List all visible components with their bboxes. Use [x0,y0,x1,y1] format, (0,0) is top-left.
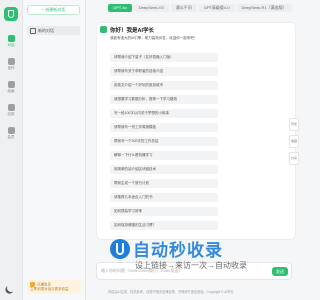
suggestion-item[interactable]: 用简单的话介绍区块链技术 [110,165,218,174]
tab-gpt-4o[interactable]: GPT-4o [108,4,132,12]
suggestion-item[interactable]: 请帮我介绍下量子（友好易懂入门版） [110,53,218,62]
palette-icon [7,80,15,88]
watermark-logo-icon [110,238,130,259]
apps-icon [7,103,15,111]
promo-subtitle: 立享无限对话与更多权益 [30,287,69,292]
suggestion-item[interactable]: 如何提高学习效率 [110,207,218,216]
promo-title: 开通会员 [37,282,51,287]
chat-icon [7,34,15,42]
favorite-button[interactable]: 收藏 [289,135,299,148]
suggestion-item[interactable]: 请帮我写一份工作周报模板 [110,123,218,132]
history-button[interactable]: 历史 [289,118,299,131]
app-logo-icon [4,7,18,21]
send-button[interactable]: 发送 [272,267,288,276]
side-action-buttons: 历史 收藏 分享 [289,118,299,169]
conversation-title: 新的对话 [38,27,54,33]
watermark: 自动秒收录 [110,236,223,261]
theme-toggle-moon-icon[interactable] [6,283,16,293]
bot-avatar-icon [100,26,107,33]
tab-deepseek-v3[interactable]: DeepSeek-V3 [133,4,169,12]
tab-gpt-advanced[interactable]: GPT高级版4.0 [198,4,235,12]
suggestion-item[interactable]: 如何保持健康的生活习惯？ [110,221,218,230]
greeting-title: 你好！我是AI学长 [110,28,155,34]
tab-qwen[interactable]: 通义千问 [170,4,197,12]
suggestion-item[interactable]: 请帮我写关于求职者的自我介绍 [110,67,218,76]
icon-rail: 对话 创作 绘画 应用 会员 [0,0,23,300]
suggestion-item[interactable]: 写一段100字以内关于梦想的小故事 [110,109,218,118]
member-promo[interactable]: 开通会员 立享无限对话与更多权益 [27,280,81,294]
chat-bubble-icon [30,27,36,34]
watermark-text: 自动秒收录 [133,241,223,260]
model-tabs: GPT-4o DeepSeek-V3 通义千问 GPT高级版4.0 DeepSe… [108,4,292,12]
sidebar-item-label: 对话 [7,42,15,47]
conversation-panel: + 创建新对话 新的对话 开通会员 立享无限对话与更多权益 [23,0,86,300]
sidebar-item-chat[interactable]: 对话 [1,32,21,50]
suggestion-item[interactable]: 帮我生成一个旅行计划 [110,179,218,188]
share-button[interactable]: 分享 [289,152,299,165]
suggestion-item[interactable]: 用英文介绍一个好玩的旅游城市 [110,81,218,90]
sidebar-item-apps[interactable]: 应用 [1,101,21,119]
sidebar-item-draw[interactable]: 绘画 [1,78,21,96]
sidebar-item-create[interactable]: 创作 [1,55,21,73]
tab-deepseek-r1[interactable]: DeepSeek-R1（满血版） [236,4,292,12]
welcome-card: 你好！我是AI学长 我能有强大的AI引擎，助力高效问答，欢迎你一起来吧！ 请帮我… [97,23,295,239]
new-chat-button[interactable]: + 创建新对话 [27,5,80,15]
pen-icon [7,57,15,65]
conversation-item[interactable]: 新的对话 [27,26,80,35]
footer-disclaimer: 内容由AI生成，仅供参考，请遵守相关法律法规，不得用于违法用途。Copyrigh… [108,290,234,294]
sidebar-item-label: 会员 [7,134,15,139]
watermark-subtitle: 设上链接→来访一次→自动收录 [135,261,247,270]
sidebar-item-label: 绘画 [7,88,15,93]
suggestion-item[interactable]: 帮我写一个300字的工作总结 [110,137,218,146]
crown-icon [7,126,15,134]
suggestion-item[interactable]: 我想要学习数据分析，推荐一下学习路线 [110,95,218,104]
sidebar-item-member[interactable]: 会员 [1,124,21,142]
greeting-subtitle: 我能有强大的AI引擎，助力高效问答，欢迎你一起来吧！ [110,36,198,40]
suggestion-item[interactable]: 请推荐几本适合入门的书 [110,193,218,202]
sidebar-item-label: 创作 [7,65,15,70]
suggestion-item[interactable]: 解释一下什么是机器学习 [110,151,218,160]
sidebar-item-label: 应用 [7,111,15,116]
